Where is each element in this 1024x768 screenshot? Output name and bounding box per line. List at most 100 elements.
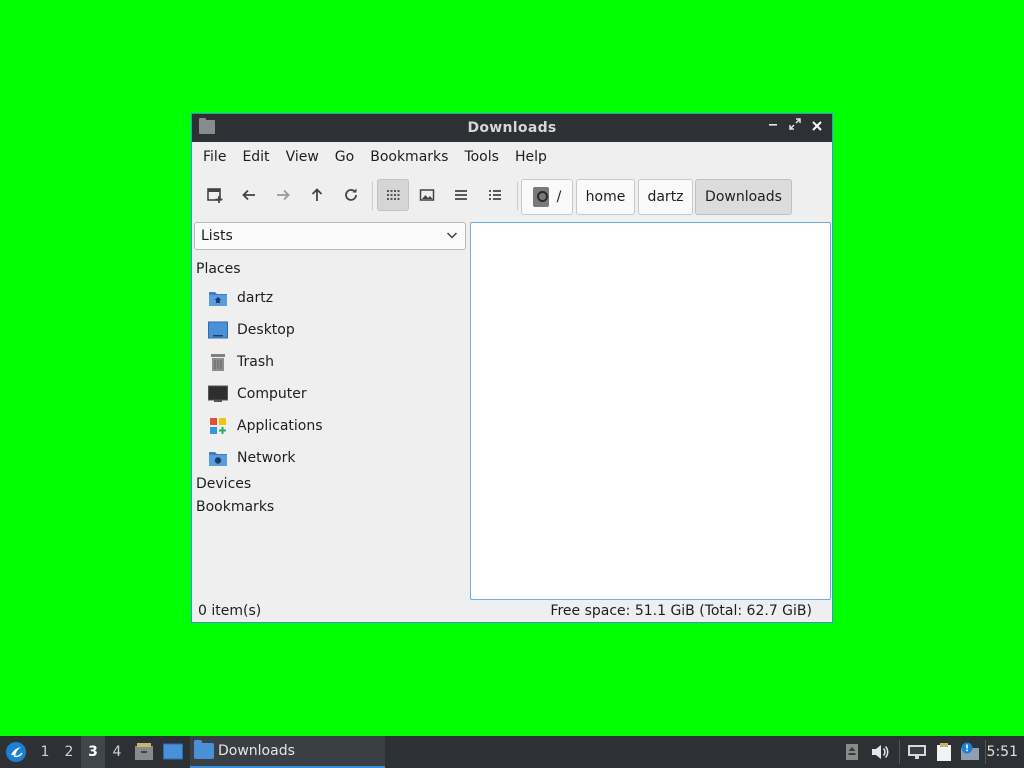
file-view[interactable] <box>470 222 831 600</box>
side-panel-mode-value: Lists <box>201 228 233 244</box>
detailed-list-icon <box>489 190 501 200</box>
applications-icon <box>208 416 228 436</box>
folder-icon <box>194 740 214 759</box>
arrow-up-icon <box>311 188 323 201</box>
place-item-trash[interactable]: Trash <box>208 348 458 376</box>
place-label: Network <box>237 450 296 466</box>
workspace-1[interactable]: 1 <box>33 736 57 768</box>
lubuntu-logo-icon <box>6 742 26 762</box>
devices-heading[interactable]: Devices <box>196 476 251 492</box>
reload-button[interactable] <box>335 179 367 211</box>
path-segment-label: Downloads <box>705 189 782 205</box>
arrow-right-icon <box>277 189 290 201</box>
file-manager-window: Downloads File Edit View Go Bookmarks To… <box>191 113 833 623</box>
clipboard-button[interactable] <box>932 736 956 768</box>
taskbar-window-label: Downloads <box>218 743 295 759</box>
eject-button[interactable] <box>842 736 862 768</box>
bookmarks-heading[interactable]: Bookmarks <box>196 499 274 515</box>
forward-button[interactable] <box>267 179 299 211</box>
place-item-applications[interactable]: Applications <box>208 412 458 440</box>
close-button[interactable] <box>808 118 826 136</box>
menu-help[interactable]: Help <box>507 142 555 172</box>
tray-separator <box>899 740 900 764</box>
menu-edit[interactable]: Edit <box>234 142 277 172</box>
place-label: Computer <box>237 386 307 402</box>
home-folder-icon <box>208 288 228 308</box>
drive-icon <box>532 187 549 207</box>
network-status-button[interactable] <box>905 736 929 768</box>
clipboard-icon <box>937 743 951 761</box>
volume-icon <box>872 745 889 759</box>
menu-go[interactable]: Go <box>327 142 362 172</box>
desktop-icon <box>163 743 183 760</box>
place-label: dartz <box>237 290 274 306</box>
place-label: Desktop <box>237 322 295 338</box>
thumbnail-view-button[interactable] <box>411 179 443 211</box>
compact-view-button[interactable] <box>445 179 477 211</box>
compact-list-icon <box>455 190 467 200</box>
detailed-view-button[interactable] <box>479 179 511 211</box>
icon-view-button[interactable] <box>377 179 409 211</box>
chevron-down-icon <box>445 228 459 246</box>
path-segment-dartz[interactable]: dartz <box>638 179 693 215</box>
minimize-button[interactable] <box>764 118 782 136</box>
title-bar[interactable]: Downloads <box>192 114 832 142</box>
menu-tools[interactable]: Tools <box>456 142 507 172</box>
close-icon <box>812 121 822 131</box>
arrow-left-icon <box>242 189 255 201</box>
network-wired-icon <box>908 745 926 759</box>
side-panel-mode-select[interactable]: Lists <box>194 222 466 250</box>
path-segment-downloads[interactable]: Downloads <box>695 179 792 215</box>
path-segment-label: dartz <box>647 189 684 205</box>
show-desktop-button[interactable] <box>160 736 186 768</box>
workspace-4[interactable]: 4 <box>105 736 129 768</box>
new-tab-button[interactable] <box>199 179 231 211</box>
desktop-icon <box>208 320 228 340</box>
minimize-icon <box>769 124 777 126</box>
window-title: Downloads <box>467 120 557 136</box>
path-segment-home[interactable]: home <box>576 179 635 215</box>
clock[interactable]: 5:51 <box>987 736 1018 768</box>
updates-notifier-button[interactable] <box>958 736 982 768</box>
file-manager-launcher[interactable] <box>132 736 156 768</box>
path-root-label: / <box>556 189 562 205</box>
taskbar: 1 2 3 4 Downloads 5:51 <box>0 736 1024 768</box>
toolbar-separator <box>517 182 518 210</box>
reload-icon <box>345 188 357 201</box>
start-menu-button[interactable] <box>2 736 30 768</box>
menu-file[interactable]: File <box>195 142 234 172</box>
workspace-2[interactable]: 2 <box>57 736 81 768</box>
status-bar: 0 item(s) Free space: 51.1 GiB (Total: 6… <box>192 600 832 622</box>
item-count: 0 item(s) <box>198 603 262 619</box>
path-root-button[interactable]: / <box>521 179 573 215</box>
places-heading[interactable]: Places <box>196 261 241 277</box>
menu-view[interactable]: View <box>278 142 327 172</box>
image-icon <box>419 189 435 201</box>
folder-icon <box>199 118 215 134</box>
path-segment-label: home <box>585 189 626 205</box>
maximize-icon <box>789 118 801 130</box>
place-label: Applications <box>237 418 323 434</box>
network-icon <box>208 448 228 468</box>
place-item-network[interactable]: Network <box>208 444 458 472</box>
toolbar: / home dartz Downloads <box>192 172 832 220</box>
menu-bar: File Edit View Go Bookmarks Tools Help <box>192 142 832 172</box>
update-notification-icon <box>961 742 979 760</box>
place-label: Trash <box>237 354 274 370</box>
maximize-button[interactable] <box>786 118 804 136</box>
volume-button[interactable] <box>868 736 892 768</box>
place-item-dartz[interactable]: dartz <box>208 284 458 312</box>
workspace-3[interactable]: 3 <box>81 736 105 768</box>
trash-icon <box>208 352 228 372</box>
taskbar-window-downloads[interactable]: Downloads <box>190 736 385 768</box>
computer-icon <box>208 384 228 404</box>
menu-bookmarks[interactable]: Bookmarks <box>362 142 456 172</box>
toolbar-separator <box>372 182 373 210</box>
new-tab-icon <box>207 188 223 203</box>
free-space: Free space: 51.1 GiB (Total: 62.7 GiB) <box>550 603 812 619</box>
place-item-computer[interactable]: Computer <box>208 380 458 408</box>
eject-icon <box>846 744 858 760</box>
up-button[interactable] <box>301 179 333 211</box>
place-item-desktop[interactable]: Desktop <box>208 316 458 344</box>
back-button[interactable] <box>233 179 265 211</box>
